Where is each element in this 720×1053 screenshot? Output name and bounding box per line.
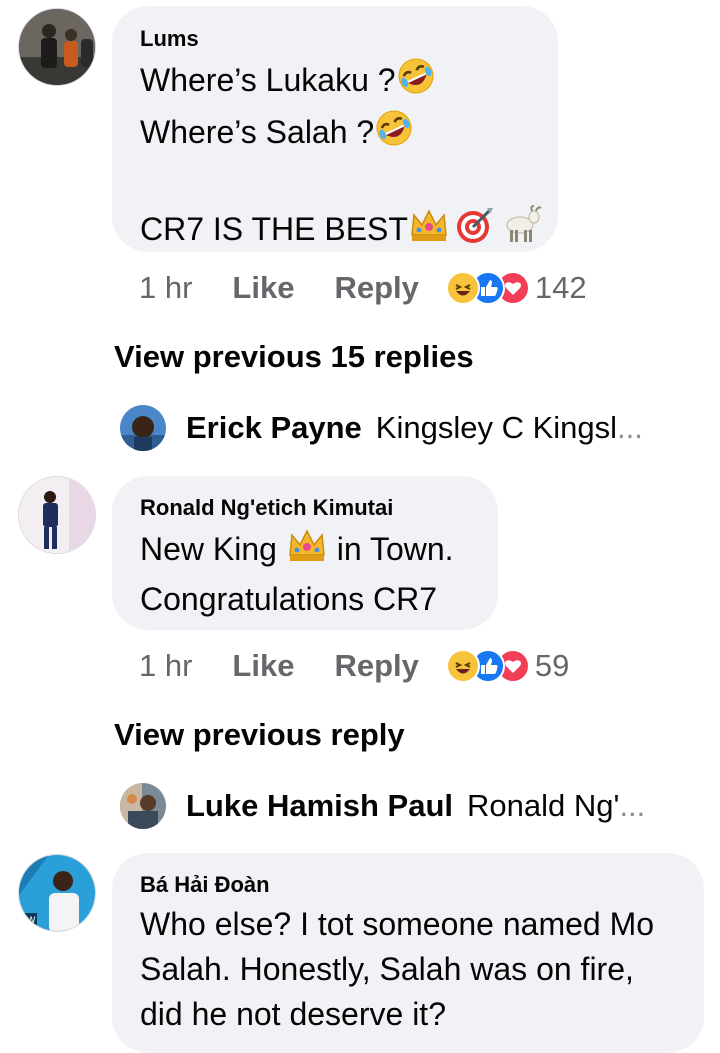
comment-line-blank — [140, 160, 530, 205]
avatar[interactable] — [18, 476, 96, 554]
haha-icon — [445, 271, 480, 305]
comment-bubble[interactable]: Ronald Ng'etich Kimutai New King in Town… — [112, 476, 498, 630]
comment-line: Who else? I tot someone named Mo — [140, 906, 655, 942]
reply-author[interactable]: Erick Payne — [186, 410, 362, 446]
bullseye-emoji-icon — [454, 205, 496, 257]
reply-ellipsis: ... — [617, 410, 643, 445]
comment-line: Where’s Lukaku ? — [140, 56, 530, 108]
crown-emoji-icon — [286, 525, 328, 577]
comment-author[interactable]: Lums — [140, 26, 530, 52]
comment-author[interactable]: Ronald Ng'etich Kimutai — [140, 495, 470, 521]
view-previous-replies-link[interactable]: View previous 15 replies — [114, 337, 474, 377]
comment-bubble[interactable]: Bá Hải Đoàn Who else? I tot someone name… — [112, 853, 704, 1053]
reply-button[interactable]: Reply — [334, 648, 418, 684]
reply-button[interactable]: Reply — [334, 270, 418, 306]
comment-line: New King in Town. — [140, 525, 470, 577]
rofl-emoji-icon — [374, 108, 414, 160]
avatar[interactable] — [120, 783, 166, 829]
like-button[interactable]: Like — [232, 270, 294, 306]
like-button[interactable]: Like — [232, 648, 294, 684]
reaction-count[interactable]: 59 — [535, 648, 569, 684]
reactions-summary[interactable] — [445, 271, 530, 305]
reaction-count[interactable]: 142 — [535, 270, 587, 306]
haha-icon — [445, 649, 480, 683]
comment-line: did he not deserve it? — [140, 996, 446, 1032]
comment-line: Salah. Honestly, Salah was on fire, — [140, 951, 634, 987]
comment-line: Congratulations CR7 — [140, 581, 438, 617]
reply-author[interactable]: Luke Hamish Paul — [186, 788, 453, 824]
comment-time[interactable]: 1 hr — [139, 270, 192, 306]
comment-bubble[interactable]: Lums Where’s Lukaku ? Where’s Salah ? CR… — [112, 6, 558, 252]
svg-text:EW: EW — [21, 916, 36, 926]
reply-text: Ronald Ng' — [467, 788, 620, 823]
reply-ellipsis: ... — [619, 788, 646, 823]
comment-line: CR7 IS THE BEST — [140, 205, 542, 257]
comment-time[interactable]: 1 hr — [139, 648, 192, 684]
avatar[interactable] — [120, 405, 166, 451]
rofl-emoji-icon — [396, 56, 436, 108]
comment-actions: 1 hr Like Reply 142 — [139, 268, 587, 308]
reply-text: Kingsley C Kingsl — [375, 410, 618, 445]
avatar[interactable]: EW — [18, 854, 96, 932]
reactions-summary[interactable] — [445, 649, 530, 683]
crown-emoji-icon — [408, 205, 450, 257]
comment-author[interactable]: Bá Hải Đoàn — [140, 872, 676, 898]
comment-actions: 1 hr Like Reply 59 — [139, 646, 569, 686]
view-previous-replies-link[interactable]: View previous reply — [114, 715, 405, 755]
reply-preview[interactable]: Luke Hamish Paul Ronald Ng'... — [120, 782, 645, 830]
avatar[interactable] — [18, 8, 96, 86]
reply-preview[interactable]: Erick Payne Kingsley C Kingsl... — [120, 404, 643, 452]
comment-line: Where’s Salah ? — [140, 108, 530, 160]
goat-emoji-icon — [500, 205, 542, 257]
